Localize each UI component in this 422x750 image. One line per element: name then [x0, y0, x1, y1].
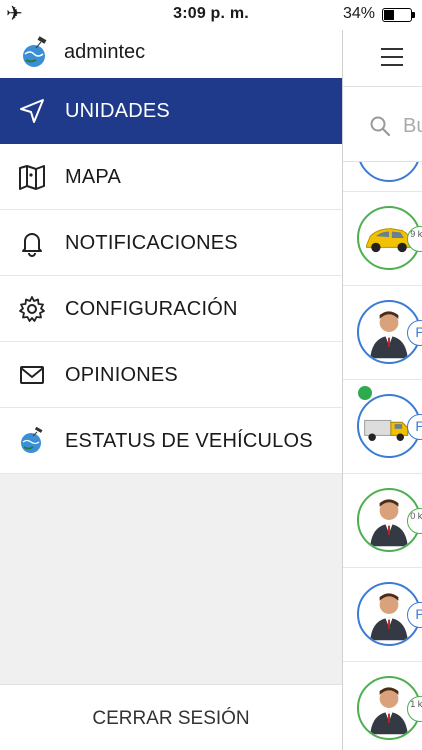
battery-percentage: 34%: [343, 5, 376, 22]
map-icon: [19, 165, 45, 190]
globe-satellite-icon: [21, 427, 43, 453]
globe-satellite-logo-icon: [23, 36, 47, 67]
search-icon: [370, 116, 391, 137]
logout-button[interactable]: CERRAR SESIÓN: [0, 684, 342, 750]
gear-icon: [19, 296, 45, 322]
drawer-header: admintec: [0, 30, 342, 78]
user-name: admintec: [64, 41, 146, 63]
navigation-drawer: admintec UNIDADES MAPA NOTIFICACIONES CO…: [0, 30, 342, 750]
status-bar: ✈ 3:09 p. m. 34%: [0, 0, 422, 30]
menu-item-estatus-vehiculos[interactable]: ESTATUS DE VEHÍCULOS: [0, 408, 342, 474]
hamburger-menu-icon[interactable]: [381, 48, 403, 66]
battery-icon: [382, 8, 415, 22]
unit-row[interactable]: [343, 162, 422, 192]
menu-item-configuracion[interactable]: CONFIGURACIÓN: [0, 276, 342, 342]
unit-list: 9 km P: [343, 162, 422, 750]
menu-item-label: NOTIFICACIONES: [65, 232, 238, 254]
menu-item-label: OPINIONES: [65, 364, 178, 386]
navigation-arrow-icon: [20, 99, 44, 123]
unit-row[interactable]: 1 km: [343, 662, 422, 750]
unit-row[interactable]: P: [343, 380, 422, 474]
menu-item-opiniones[interactable]: OPINIONES: [0, 342, 342, 408]
envelope-icon: [20, 366, 44, 384]
unit-row[interactable]: P: [343, 568, 422, 662]
key-badge: [358, 386, 372, 400]
logout-label: CERRAR SESIÓN: [92, 708, 250, 729]
unit-row[interactable]: 9 km: [343, 192, 422, 286]
menu-item-label: CONFIGURACIÓN: [65, 298, 238, 320]
drawer-menu: UNIDADES MAPA NOTIFICACIONES CONFIGURACI…: [0, 78, 342, 474]
unit-avatar: [357, 162, 421, 182]
menu-item-unidades[interactable]: UNIDADES: [0, 78, 342, 144]
menu-item-label: ESTATUS DE VEHÍCULOS: [65, 430, 313, 452]
main-content: Bu 9 km: [342, 30, 422, 750]
search-placeholder: Bu: [403, 115, 422, 137]
menu-item-mapa[interactable]: MAPA: [0, 144, 342, 210]
menu-item-notificaciones[interactable]: NOTIFICACIONES: [0, 210, 342, 276]
menu-item-label: UNIDADES: [65, 100, 170, 122]
search-bar[interactable]: Bu: [343, 86, 422, 162]
bell-icon: [22, 233, 42, 257]
unit-row[interactable]: 0 km: [343, 474, 422, 568]
unit-row[interactable]: P: [343, 286, 422, 380]
menu-item-label: MAPA: [65, 166, 121, 188]
